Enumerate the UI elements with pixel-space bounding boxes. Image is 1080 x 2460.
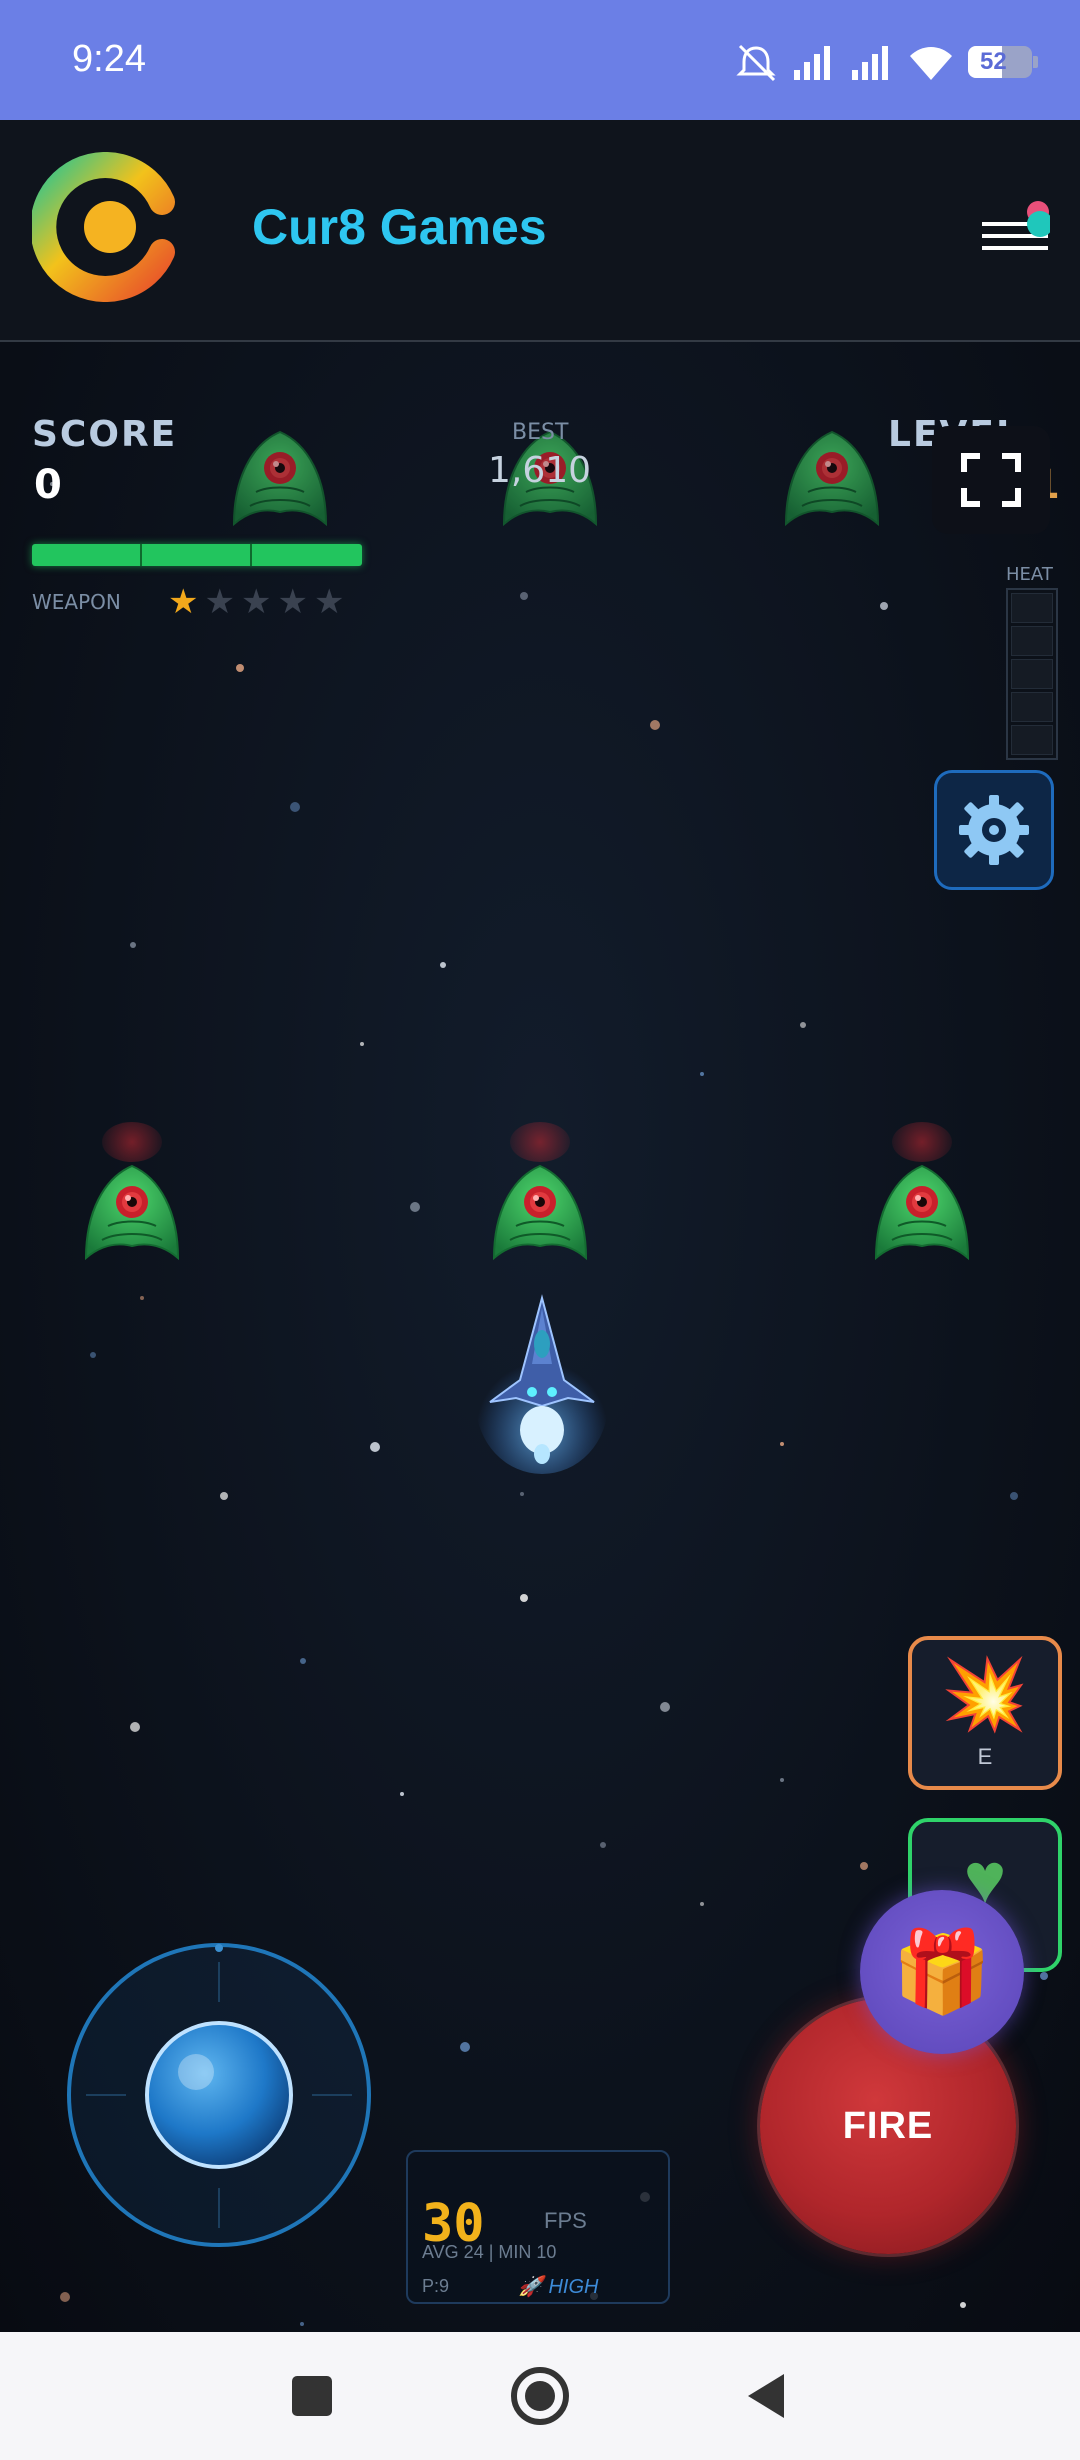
- gift-icon: 🎁: [892, 1927, 992, 2016]
- alien-enemy: [85, 1165, 179, 1259]
- fullscreen-icon: [961, 453, 1021, 507]
- star-particle: [600, 1842, 606, 1848]
- back-button[interactable]: [736, 2364, 800, 2428]
- star-particle: [460, 2042, 470, 2052]
- fire-label: FIRE: [842, 2104, 934, 2147]
- star-particle: [520, 1492, 524, 1496]
- health-bar: [32, 544, 362, 566]
- best-label: BEST: [512, 420, 569, 445]
- battery-icon: 52: [968, 46, 1038, 78]
- alien-glow: [102, 1122, 162, 1162]
- joystick[interactable]: [66, 1942, 372, 2248]
- star-particle: [290, 802, 300, 812]
- player-ship: [476, 1294, 608, 1474]
- star-particle: [60, 2292, 70, 2302]
- app-title: Cur8 Games: [252, 199, 547, 255]
- star-particle: [90, 1352, 96, 1358]
- star-particle: [410, 1202, 420, 1212]
- star-particle: [236, 664, 244, 672]
- status-icons: 52: [734, 36, 1038, 88]
- signal-icon: [794, 46, 830, 80]
- app-header: Cur8 Games: [0, 120, 1080, 342]
- alien-enemy: [785, 431, 879, 525]
- star-particle: [360, 1042, 364, 1046]
- score-label: SCORE: [32, 414, 178, 455]
- signal-icon: [852, 46, 888, 80]
- particle-count: P:9: [422, 2276, 450, 2296]
- score-value: 0: [34, 462, 62, 508]
- star-particle: [130, 942, 136, 948]
- star-particle: [300, 2322, 304, 2326]
- alien-enemy: [233, 431, 327, 525]
- explosion-icon: 💥: [941, 1655, 1029, 1733]
- heat-meter: [1006, 588, 1058, 760]
- heat-label: HEAT: [1006, 564, 1053, 585]
- star-particle: [780, 1778, 784, 1782]
- star-particle: [1010, 1492, 1018, 1500]
- best-value: 1,610: [488, 450, 592, 491]
- cur8-logo-icon[interactable]: [32, 152, 182, 302]
- alien-glow: [892, 1122, 952, 1162]
- star-particle: [660, 1702, 670, 1712]
- star-particle: [300, 1658, 306, 1664]
- star-particle: [130, 1722, 140, 1732]
- star-particle: [800, 1022, 806, 1028]
- game-canvas[interactable]: SCORE 0 BEST 1,610 LEVEL 1 WEAPON ★★★★★ …: [0, 342, 1080, 2332]
- bomb-hotkey: E: [977, 1744, 993, 1769]
- star-particle: [1040, 1972, 1048, 1980]
- fps-stats: AVG 24 | MIN 10: [422, 2242, 557, 2262]
- status-bar: 9:24 52: [0, 0, 1080, 120]
- alien-glow: [510, 1122, 570, 1162]
- system-nav-bar: [0, 2332, 1080, 2460]
- star-particle: [140, 1296, 144, 1300]
- hamburger-menu-icon: [982, 201, 1053, 250]
- star-particle: [520, 1594, 528, 1602]
- star-icon: ★: [240, 583, 272, 621]
- star-icon: ★: [277, 583, 308, 621]
- recents-button[interactable]: [280, 2364, 344, 2428]
- star-icon: ★: [204, 583, 235, 621]
- star-particle: [780, 1442, 784, 1446]
- mute-icon: [736, 44, 776, 82]
- alien-enemy: [875, 1165, 969, 1259]
- alien-enemy: [493, 1165, 587, 1259]
- fps-panel: 30 FPS AVG 24 | MIN 10 P:9 🚀 HIGH: [406, 2150, 670, 2304]
- settings-button[interactable]: [934, 770, 1054, 890]
- star-particle: [400, 1792, 404, 1796]
- quality-setting: 🚀 HIGH: [518, 2276, 599, 2298]
- menu-button[interactable]: [980, 200, 1053, 260]
- status-time: 9:24: [72, 38, 146, 80]
- star-particle: [880, 602, 888, 610]
- star-particle: [700, 1072, 704, 1076]
- fps-label: FPS: [544, 2208, 587, 2233]
- wifi-icon: [910, 47, 952, 80]
- battery-level: 52: [980, 48, 1007, 75]
- star-particle: [860, 1862, 868, 1870]
- weapon-label: WEAPON: [32, 590, 121, 614]
- star-particle: [700, 1902, 704, 1906]
- bomb-powerup-button[interactable]: 💥 E: [908, 1636, 1062, 1790]
- star-icon: ★: [168, 583, 199, 621]
- star-particle: [520, 592, 528, 600]
- gift-button[interactable]: 🎁: [860, 1890, 1024, 2054]
- gear-icon: [959, 795, 1029, 865]
- star-particle: [440, 962, 446, 968]
- home-button[interactable]: [508, 2364, 572, 2428]
- star-particle: [220, 1492, 228, 1500]
- fullscreen-button[interactable]: [932, 426, 1050, 534]
- star-particle: [960, 2302, 966, 2308]
- star-icon: ★: [313, 583, 345, 621]
- star-particle: [370, 1442, 380, 1452]
- star-particle: [650, 720, 660, 730]
- weapon-level-stars: ★ ★ ★ ★ ★: [168, 582, 344, 622]
